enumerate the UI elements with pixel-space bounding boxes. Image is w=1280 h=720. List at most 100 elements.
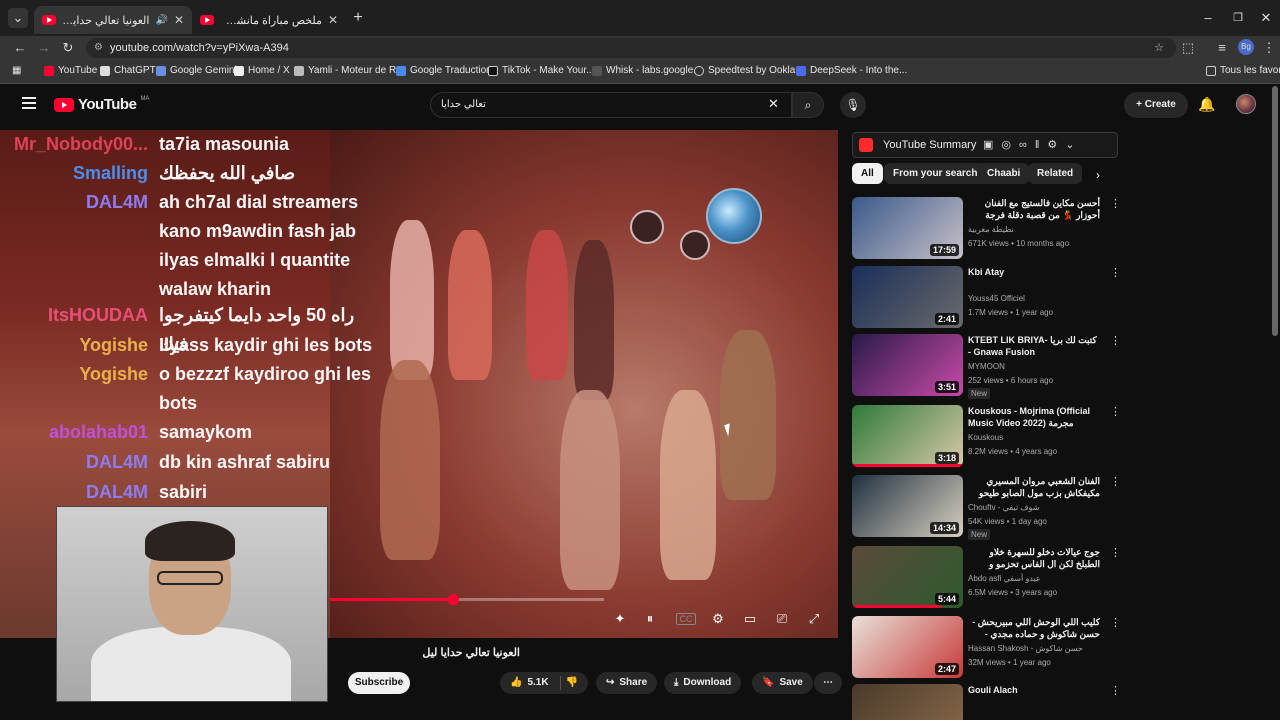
recommended-video-card[interactable]: 3:18 Kouskous - Mojrima (Official Music V… bbox=[852, 405, 1121, 471]
save-button[interactable]: 🔖 Save bbox=[752, 672, 813, 694]
forward-icon[interactable]: → bbox=[36, 38, 52, 58]
bookmark-chatgpt[interactable]: ChatGPT bbox=[100, 65, 156, 76]
more-options-icon[interactable]: ⋮ bbox=[1110, 197, 1121, 210]
close-window-button[interactable]: ✕ bbox=[1258, 8, 1274, 28]
channel-name[interactable]: Kouskous bbox=[968, 433, 1003, 442]
video-thumbnail[interactable]: 5:44 bbox=[852, 546, 963, 608]
profile-avatar[interactable]: Bg bbox=[1238, 39, 1254, 55]
video-title[interactable]: Kouskous - Mojrima (Official Music Video… bbox=[968, 405, 1100, 429]
back-icon[interactable]: ← bbox=[12, 38, 28, 58]
video-title[interactable]: KTEBT LIK BRIYA- كتبت لك بريا - Gnawa Fu… bbox=[968, 334, 1100, 358]
extensions-icon[interactable]: ⬚ bbox=[1180, 38, 1196, 58]
progress-scrubber[interactable] bbox=[448, 594, 459, 605]
address-bar[interactable]: ⚙ youtube.com/watch?v=yPiXwa-A394 ☆ bbox=[86, 38, 1176, 58]
tab-active[interactable]: العونيا تعالي حدايا ليل طويل 🔊 ✕ bbox=[34, 6, 192, 34]
chip-from-your-search[interactable]: From your search bbox=[884, 163, 987, 184]
settings-gear-icon[interactable]: ⚙ bbox=[708, 610, 728, 628]
hamburger-menu-icon[interactable] bbox=[22, 97, 36, 112]
search-button[interactable]: ⌕ bbox=[792, 92, 824, 118]
restore-button[interactable]: ❐ bbox=[1230, 8, 1246, 28]
miniplayer-icon[interactable]: ▭ bbox=[740, 610, 760, 628]
chip-all[interactable]: All bbox=[852, 163, 883, 184]
channel-name[interactable]: MYMOON bbox=[968, 362, 1005, 371]
notifications-icon[interactable]: 🔔 bbox=[1198, 96, 1215, 113]
recommended-video-card[interactable]: 2:41 Kbi Atay Youss45 Officiel 1.7M views •… bbox=[852, 266, 1121, 332]
download-button[interactable]: ⤓ Download bbox=[664, 672, 742, 694]
recommended-video-card[interactable]: 14:34 الفنان الشعبي مروان المسيري مكيفكاش… bbox=[852, 475, 1121, 541]
video-title[interactable]: أحسن مكاين فالستيج مع الفنان أحوزار 💃 من… bbox=[968, 197, 1100, 221]
chip-related[interactable]: Related bbox=[1028, 163, 1083, 184]
bookmark-x[interactable]: Home / X bbox=[234, 65, 290, 76]
video-thumbnail[interactable]: 2:41 bbox=[852, 266, 963, 328]
bookmark-youtube[interactable]: YouTube bbox=[44, 65, 97, 76]
video-thumbnail[interactable] bbox=[852, 684, 963, 720]
menu-kebab-icon[interactable]: ⋮ bbox=[1262, 38, 1276, 58]
video-thumbnail[interactable]: 14:34 bbox=[852, 475, 963, 537]
more-options-icon[interactable]: ⋮ bbox=[1110, 546, 1121, 559]
page-scrollbar[interactable] bbox=[1272, 86, 1278, 336]
bookmark-deepseek[interactable]: DeepSeek - Into the... bbox=[796, 65, 907, 76]
close-tab-icon[interactable]: ✕ bbox=[174, 13, 184, 27]
tab-search-button[interactable]: ⌄ bbox=[8, 8, 28, 28]
recommended-video-card[interactable]: Gouli Alach ⋮ bbox=[852, 684, 1121, 720]
bookmark-google-traduction[interactable]: Google Traduction bbox=[396, 65, 492, 76]
like-button[interactable]: 👍 5.1K 👎 bbox=[500, 672, 589, 694]
summary-tools[interactable]: ▣◎∞‖⚙⌄ bbox=[983, 133, 1082, 157]
reload-icon[interactable]: ↻ bbox=[60, 38, 76, 58]
channel-name[interactable]: نطيطة مغربية bbox=[968, 225, 1014, 234]
ai-sparkle-icon[interactable]: ✦ bbox=[610, 610, 630, 628]
bookmark-gemini[interactable]: Google Gemini bbox=[156, 65, 237, 76]
pause-icon[interactable]: ⏸ bbox=[640, 610, 660, 628]
bookmark-speedtest[interactable]: Speedtest by Ookla... bbox=[694, 65, 804, 76]
video-title[interactable]: كليب اللي الوحش اللي مبيريحش - حسن شاكوش… bbox=[968, 616, 1100, 640]
video-thumbnail[interactable]: 2:47 bbox=[852, 616, 963, 678]
site-info-icon[interactable]: ⚙ bbox=[94, 38, 103, 58]
speaker-icon[interactable]: 🔊 bbox=[155, 15, 167, 26]
bookmark-whisk[interactable]: Whisk - labs.google... bbox=[592, 65, 702, 76]
video-title[interactable]: Gouli Alach bbox=[968, 684, 1100, 696]
recommended-video-card[interactable]: 17:59 أحسن مكاين فالستيج مع الفنان أحوزار… bbox=[852, 197, 1121, 263]
recommended-video-card[interactable]: 5:44 جوج عيالات دخلو للسهرة خلاو الطبلخ ل… bbox=[852, 546, 1121, 612]
close-tab-icon[interactable]: ✕ bbox=[328, 13, 338, 27]
more-options-icon[interactable]: ⋮ bbox=[1110, 475, 1121, 488]
create-button[interactable]: + Create bbox=[1124, 92, 1188, 118]
video-thumbnail[interactable]: 3:51 bbox=[852, 334, 963, 396]
youtube-summary-extension[interactable]: YouTube Summary ▣◎∞‖⚙⌄ bbox=[852, 132, 1118, 158]
recommended-video-card[interactable]: 2:47 كليب اللي الوحش اللي مبيريحش - حسن ش… bbox=[852, 616, 1121, 682]
subscribe-button[interactable]: Subscribe bbox=[348, 672, 410, 694]
more-options-icon[interactable]: ⋮ bbox=[1110, 405, 1121, 418]
clear-search-icon[interactable]: ✕ bbox=[768, 96, 779, 112]
video-title[interactable]: الفنان الشعبي مروان المسيري مكيفكاش بزب … bbox=[968, 475, 1100, 499]
thumbs-down-icon[interactable]: 👎 bbox=[566, 672, 578, 694]
captions-icon[interactable]: CC bbox=[676, 613, 696, 625]
more-options-icon[interactable]: ⋮ bbox=[1110, 334, 1121, 347]
voice-search-icon[interactable]: 🎙 bbox=[840, 92, 866, 118]
bookmark-yamli[interactable]: Yamli - Moteur de R... bbox=[294, 65, 405, 76]
search-input[interactable]: تعالي حدايا bbox=[430, 92, 792, 118]
tab-inactive[interactable]: ملخص مباراة مانشستر يونايتد و ✕ bbox=[192, 6, 346, 34]
bookmark-tiktok[interactable]: TikTok - Make Your... bbox=[488, 65, 594, 76]
more-options-icon[interactable]: ⋮ bbox=[1110, 616, 1121, 629]
video-title[interactable]: جوج عيالات دخلو للسهرة خلاو الطبلخ لكن ا… bbox=[968, 546, 1100, 570]
youtube-logo[interactable]: YouTube MA bbox=[54, 96, 149, 113]
bookmark-star-icon[interactable]: ☆ bbox=[1154, 38, 1164, 58]
chip-chaabi[interactable]: Chaabi bbox=[978, 163, 1030, 184]
video-thumbnail[interactable]: 3:18 bbox=[852, 405, 963, 467]
channel-name[interactable]: Hassan Shakosh - حسن شاكوش bbox=[968, 644, 1083, 653]
minimize-button[interactable]: – bbox=[1200, 8, 1216, 28]
recommended-video-card[interactable]: 3:51 KTEBT LIK BRIYA- كتبت لك بريا - Gnaw… bbox=[852, 334, 1121, 400]
video-title[interactable]: Kbi Atay bbox=[968, 266, 1100, 278]
channel-name[interactable]: Youss45 Officiel bbox=[968, 294, 1025, 303]
share-button[interactable]: ↪ Share bbox=[596, 672, 658, 694]
more-actions-button[interactable]: ⋯ bbox=[814, 672, 842, 694]
channel-name[interactable]: Chouftv - شوف تيفي bbox=[968, 503, 1039, 512]
cast-icon[interactable]: ⎚ bbox=[772, 610, 792, 628]
video-thumbnail[interactable]: 17:59 bbox=[852, 197, 963, 259]
more-options-icon[interactable]: ⋮ bbox=[1110, 684, 1121, 697]
chevron-right-icon[interactable]: › bbox=[1096, 168, 1100, 182]
apps-icon[interactable]: ▦ bbox=[12, 65, 21, 76]
all-bookmarks-folder[interactable]: Tous les favoris bbox=[1206, 65, 1280, 76]
account-avatar[interactable] bbox=[1236, 94, 1256, 114]
new-tab-button[interactable]: + bbox=[350, 8, 366, 28]
fullscreen-icon[interactable]: ⤢ bbox=[804, 610, 824, 628]
